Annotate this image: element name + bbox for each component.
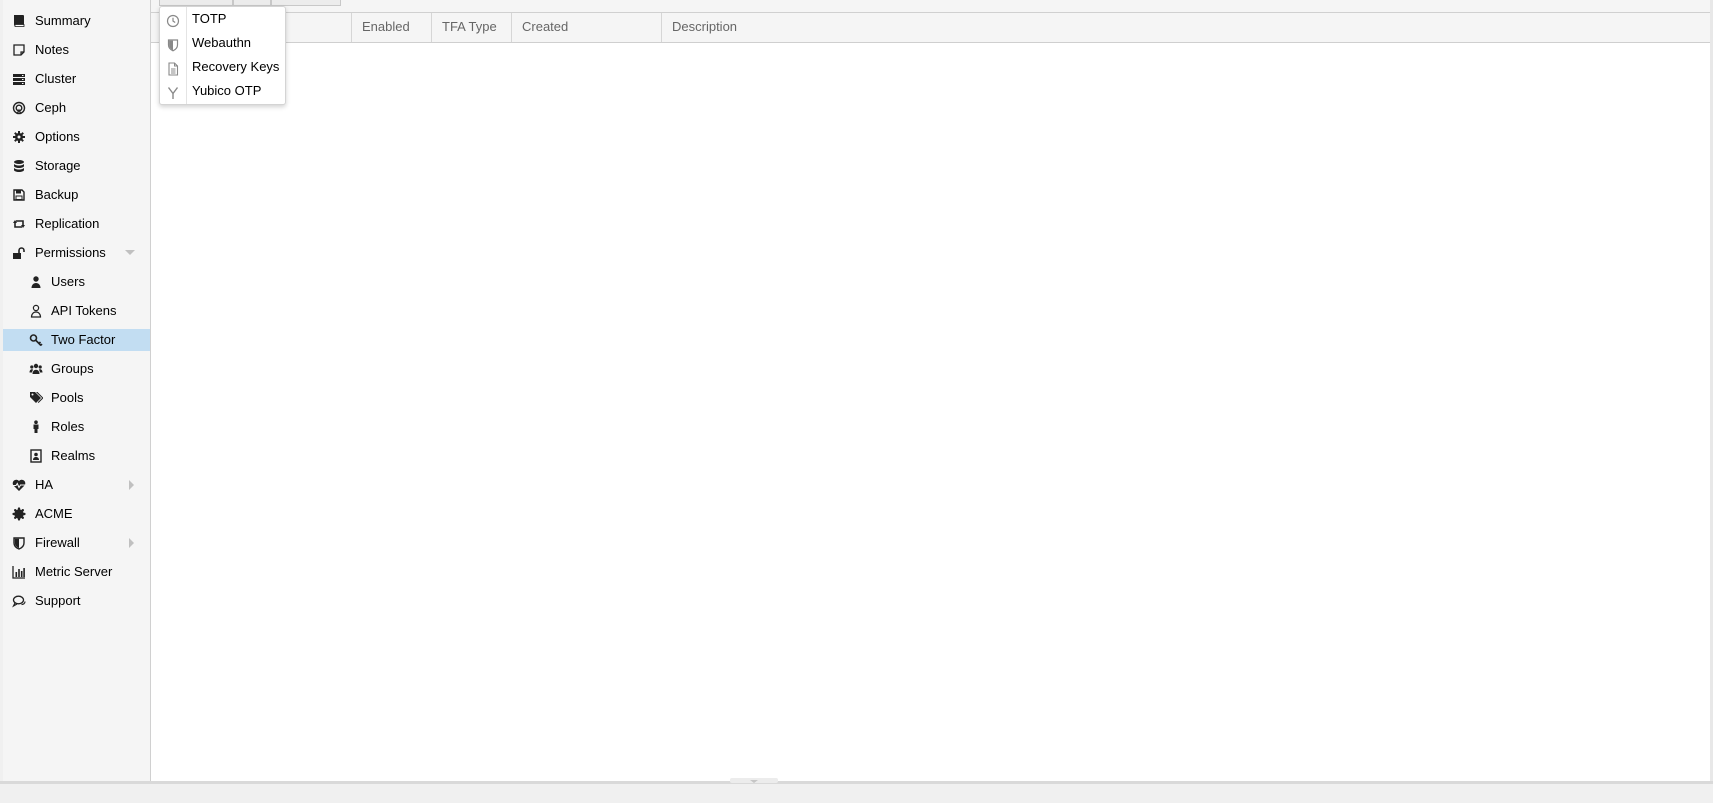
database-icon <box>12 159 26 173</box>
sidebar-item-label: Pools <box>51 390 84 405</box>
sidebar-item-realms[interactable]: Realms <box>3 445 150 467</box>
sidebar-item-label: Users <box>51 274 85 289</box>
sidebar-item-label: Two Factor <box>51 332 116 347</box>
menu-item-label: Yubico OTP <box>192 83 262 98</box>
menu-item-recovery-keys[interactable]: Recovery Keys <box>160 55 285 79</box>
two-factor-panel: Enabled TFA Type Created Description <box>151 0 1712 781</box>
sidebar-item-label: Backup <box>35 187 79 202</box>
sidebar-item-label: Permissions <box>35 245 106 260</box>
sidebar-item-ceph[interactable]: Ceph <box>3 97 150 119</box>
menu-item-yubico-otp[interactable]: Yubico OTP <box>160 79 285 103</box>
sidebar-item-label: HA <box>35 477 54 492</box>
menu-item-totp[interactable]: TOTP <box>160 7 285 31</box>
sidebar-item-groups[interactable]: Groups <box>3 358 150 380</box>
certificate-icon <box>12 507 26 521</box>
sidebar-item-label: Roles <box>51 419 85 434</box>
sidebar-item-ha[interactable]: HA <box>3 474 150 496</box>
expand-toggle-icon[interactable] <box>125 250 135 255</box>
add-tfa-menu: TOTP Webauthn Recovery Keys Yubico OTP <box>159 6 286 105</box>
unlock-icon <box>12 246 26 260</box>
sidebar-item-label: Options <box>35 129 80 144</box>
sidebar-item-support[interactable]: Support <box>3 590 150 612</box>
user-icon <box>29 275 43 289</box>
sidebar-item-replication[interactable]: Replication <box>3 213 150 235</box>
sidebar-item-label: Cluster <box>35 71 77 86</box>
floppy-icon <box>12 188 26 202</box>
sidebar-item-label: Replication <box>35 216 100 231</box>
menu-item-webauthn[interactable]: Webauthn <box>160 31 285 55</box>
menu-item-label: Webauthn <box>192 35 252 50</box>
shield-icon <box>166 36 180 52</box>
tags-icon <box>29 391 43 405</box>
sidebar-item-options[interactable]: Options <box>3 126 150 148</box>
sidebar-item-label: Metric Server <box>35 564 113 579</box>
sidebar-item-pools[interactable]: Pools <box>3 387 150 409</box>
shield-icon <box>12 536 26 550</box>
column-header-enabled[interactable]: Enabled <box>351 13 431 42</box>
ceph-icon <box>12 101 26 115</box>
gear-icon <box>12 130 26 144</box>
sidebar-item-label: Summary <box>35 13 91 28</box>
sidebar-item-firewall[interactable]: Firewall <box>3 532 150 554</box>
sidebar-item-label: Notes <box>35 42 69 57</box>
sidebar-item-two-factor[interactable]: Two Factor <box>3 329 150 351</box>
user-outline-icon <box>29 304 43 318</box>
sidebar-item-notes[interactable]: Notes <box>3 39 150 61</box>
sidebar-item-label: Ceph <box>35 100 67 115</box>
sidebar-item-storage[interactable]: Storage <box>3 155 150 177</box>
menu-item-label: Recovery Keys <box>192 59 280 74</box>
users-icon <box>29 362 43 376</box>
chevron-down-icon[interactable] <box>750 780 758 783</box>
sidebar-item-label: Storage <box>35 158 81 173</box>
comments-icon <box>12 594 26 608</box>
toolbar <box>151 0 1712 13</box>
server-icon <box>12 72 26 86</box>
file-text-icon <box>166 60 180 76</box>
sidebar-item-roles[interactable]: Roles <box>3 416 150 438</box>
column-header-tfa-type[interactable]: TFA Type <box>431 13 511 42</box>
column-header-created[interactable]: Created <box>511 13 661 42</box>
sidebar-item-acme[interactable]: ACME <box>3 503 150 525</box>
grid-header: Enabled TFA Type Created Description <box>151 13 1712 43</box>
menu-item-label: TOTP <box>192 11 227 26</box>
address-book-icon <box>29 449 43 463</box>
sidebar-item-permissions[interactable]: Permissions <box>3 242 150 264</box>
sidebar-item-label: API Tokens <box>51 303 117 318</box>
male-icon <box>29 420 43 434</box>
expand-toggle-icon[interactable] <box>129 480 134 490</box>
key-icon <box>29 333 43 347</box>
heartbeat-icon <box>12 478 26 492</box>
sidebar-item-users[interactable]: Users <box>3 271 150 293</box>
sidebar-item-label: Support <box>35 593 81 608</box>
sidebar-item-label: ACME <box>35 506 73 521</box>
yubico-icon <box>166 84 180 99</box>
sidebar-item-label: Realms <box>51 448 96 463</box>
sidebar-item-api-tokens[interactable]: API Tokens <box>3 300 150 322</box>
note-icon <box>12 43 26 57</box>
sidebar-item-summary[interactable]: Summary <box>3 10 150 32</box>
sidebar-item-label: Firewall <box>35 535 80 550</box>
sidebar-item-cluster[interactable]: Cluster <box>3 68 150 90</box>
retweet-icon <box>12 217 26 231</box>
column-header-description[interactable]: Description <box>661 13 1712 42</box>
sidebar-nav: Summary Notes Cluster Ceph Options Stora… <box>3 0 151 781</box>
grid-body <box>151 43 1712 781</box>
sidebar-item-backup[interactable]: Backup <box>3 184 150 206</box>
sidebar-item-label: Groups <box>51 361 94 376</box>
bar-chart-icon <box>12 565 26 579</box>
expand-toggle-icon[interactable] <box>129 538 134 548</box>
clock-icon <box>166 12 180 28</box>
book-icon <box>12 14 26 28</box>
sidebar-item-metric-server[interactable]: Metric Server <box>3 561 150 583</box>
